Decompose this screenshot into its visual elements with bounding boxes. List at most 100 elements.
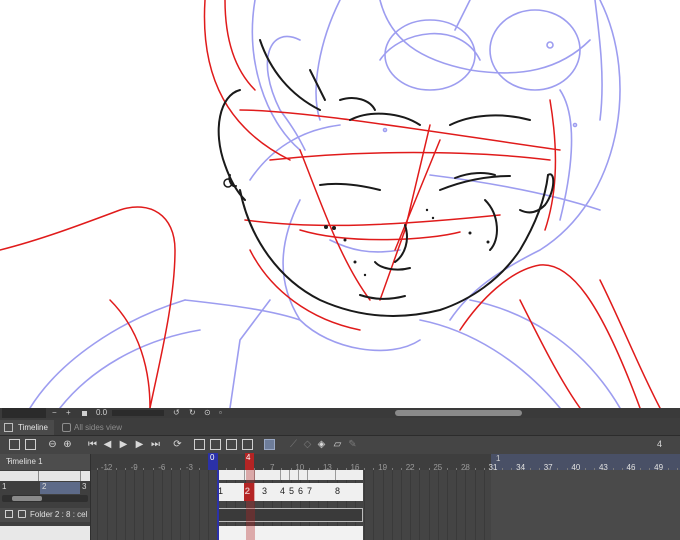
track-list: 1 2 3 Folder 2 : 8 : cel <box>0 470 91 540</box>
folder-expand-icon[interactable] <box>18 510 26 518</box>
frame-grid-line <box>161 470 163 540</box>
pen-icon[interactable]: ✎ <box>347 439 358 450</box>
current-playhead-column <box>246 470 255 540</box>
frame-grid-line <box>447 470 448 540</box>
frame-grid-line <box>474 470 476 540</box>
frame-grid-line <box>465 470 467 540</box>
start-playhead-line <box>217 470 219 540</box>
zoom-slider[interactable] <box>112 410 164 416</box>
frame-grid-line <box>125 470 126 540</box>
current-marker-label: 4 <box>246 453 251 462</box>
frame-grid-line <box>180 470 182 540</box>
frame-grid-line <box>152 470 154 540</box>
start-marker-label: 0 <box>210 453 215 462</box>
frame-grid-line <box>373 470 375 540</box>
frame-grid-line <box>171 470 172 540</box>
onion-skin-icon[interactable] <box>264 439 275 450</box>
keyframe-add-icon[interactable]: ◇ <box>302 439 313 450</box>
camera-icon[interactable]: ▱ <box>332 439 343 450</box>
keyframe-icon[interactable]: ⟋ <box>288 439 299 450</box>
frame-grid-line <box>401 470 402 540</box>
rotate-left-icon[interactable]: ↺ <box>173 408 180 418</box>
frame-grid-line <box>189 470 191 540</box>
zoom-in-button[interactable]: + <box>66 408 71 418</box>
loop-icon[interactable]: ⟳ <box>172 439 183 450</box>
mini-number: 1 <box>2 482 7 491</box>
mini-frame-numbers: 1 2 3 <box>0 482 90 494</box>
frame-grid-line <box>391 470 393 540</box>
timeline-toolbar: ⊖ ⊕ ⏮ ◀ ▶ ▶ ⏭ ⟳ ⟋ ◇ ◈ ▱ ✎ 4 <box>0 436 680 454</box>
start-frame-marker[interactable]: 0 <box>208 453 218 470</box>
zoom-out-timeline-icon[interactable]: ⊖ <box>47 439 58 450</box>
mini-number: 2 <box>42 482 47 491</box>
animation-folder-track[interactable]: Folder 2 : 8 : cel <box>0 508 90 522</box>
frame-rate-value: 4 <box>656 439 662 449</box>
end-frame-label: 1 <box>496 454 501 463</box>
frame-track-area[interactable]: 1 2 3 4 5 6 7 8 <box>91 470 680 540</box>
cel-number[interactable]: 3 <box>262 486 267 496</box>
tab-timeline-label: Timeline <box>18 423 48 432</box>
play-icon[interactable]: ▶ <box>118 439 129 450</box>
cel-number[interactable]: 8 <box>335 486 340 496</box>
sketch-artwork <box>0 0 661 408</box>
last-frame-icon[interactable]: ⏭ <box>150 439 161 450</box>
zoom-out-button[interactable]: − <box>52 408 57 418</box>
frame-grid-line <box>456 470 458 540</box>
frame-grid-line <box>134 470 136 540</box>
cel-thumbnail-strip <box>217 470 363 480</box>
delete-frame-icon[interactable] <box>242 439 253 450</box>
frame-grid-line <box>364 470 366 540</box>
frame-ruler[interactable]: -12-9-6-30471013161922252831343740434649 <box>91 454 680 472</box>
thumbnail-strip <box>0 526 90 540</box>
next-frame-icon[interactable]: ▶ <box>134 439 145 450</box>
zoom-in-timeline-icon[interactable]: ⊕ <box>62 439 73 450</box>
cel-number[interactable]: 7 <box>307 486 312 496</box>
specify-cels-icon[interactable] <box>226 439 237 450</box>
canvas-status-bar: − + 0.0 ↺ ↻ ⊙ ▫ <box>0 408 680 418</box>
folder-track-label: Folder 2 : 8 : cel <box>30 510 88 519</box>
current-frame-marker[interactable]: 4 <box>245 453 254 470</box>
reset-rotation-icon[interactable]: ⊙ <box>204 408 211 418</box>
frame-grid-line <box>483 470 485 540</box>
folder-visibility-icon[interactable] <box>5 510 13 518</box>
frame-grid-line <box>437 470 439 540</box>
cel-number[interactable]: 4 <box>280 486 285 496</box>
rotate-right-icon[interactable]: ↻ <box>189 408 196 418</box>
panel-tab-row: Timeline All sides view <box>0 418 680 436</box>
thumbnail-track <box>217 526 363 540</box>
cel-number-row[interactable]: 1 2 3 4 5 6 7 8 <box>217 483 363 501</box>
all-sides-view-icon <box>62 423 71 432</box>
new-animation-cel-icon[interactable] <box>210 439 221 450</box>
tab-all-sides-view[interactable]: All sides view <box>62 420 122 435</box>
frame-grid-line <box>198 470 200 540</box>
zoom-value[interactable]: 0.0 <box>96 408 107 418</box>
navigator-thumb[interactable] <box>2 408 46 418</box>
fit-icon[interactable] <box>82 411 87 416</box>
frame-grid-line <box>382 470 384 540</box>
mini-frame-strip <box>0 471 90 481</box>
canvas-horizontal-scrollbar[interactable] <box>395 410 522 416</box>
folder-track-bar[interactable] <box>217 508 363 522</box>
tab-all-sides-label: All sides view <box>74 423 123 432</box>
new-timeline-icon[interactable] <box>9 439 20 450</box>
previous-frame-icon[interactable]: ◀ <box>102 439 113 450</box>
track-list-scrollbar[interactable] <box>2 495 88 502</box>
drawing-canvas[interactable] <box>0 0 680 408</box>
frame-grid-line <box>207 470 209 540</box>
cel-number[interactable]: 6 <box>298 486 303 496</box>
frame-grid-line <box>115 470 117 540</box>
mini-number: 3 <box>82 482 87 491</box>
enable-keyframes-icon[interactable]: ◈ <box>316 439 327 450</box>
timeline-settings-icon[interactable] <box>25 439 36 450</box>
timeline-panel: Timeline All sides view ⊖ ⊕ ⏮ ◀ ▶ ▶ ⏭ ⟳ … <box>0 418 680 540</box>
tab-timeline[interactable]: Timeline <box>0 420 54 435</box>
cel-number[interactable]: 5 <box>289 486 294 496</box>
post-end-track-zone <box>491 470 680 540</box>
new-animation-folder-icon[interactable] <box>194 439 205 450</box>
flip-icon[interactable]: ▫ <box>219 408 222 418</box>
frame-grid-line <box>410 470 412 540</box>
first-frame-icon[interactable]: ⏮ <box>87 439 98 450</box>
frame-grid-line <box>428 470 430 540</box>
frame-grid-line <box>106 470 108 540</box>
timeline-select[interactable]: Timeline 1 ⌄ <box>0 454 91 470</box>
